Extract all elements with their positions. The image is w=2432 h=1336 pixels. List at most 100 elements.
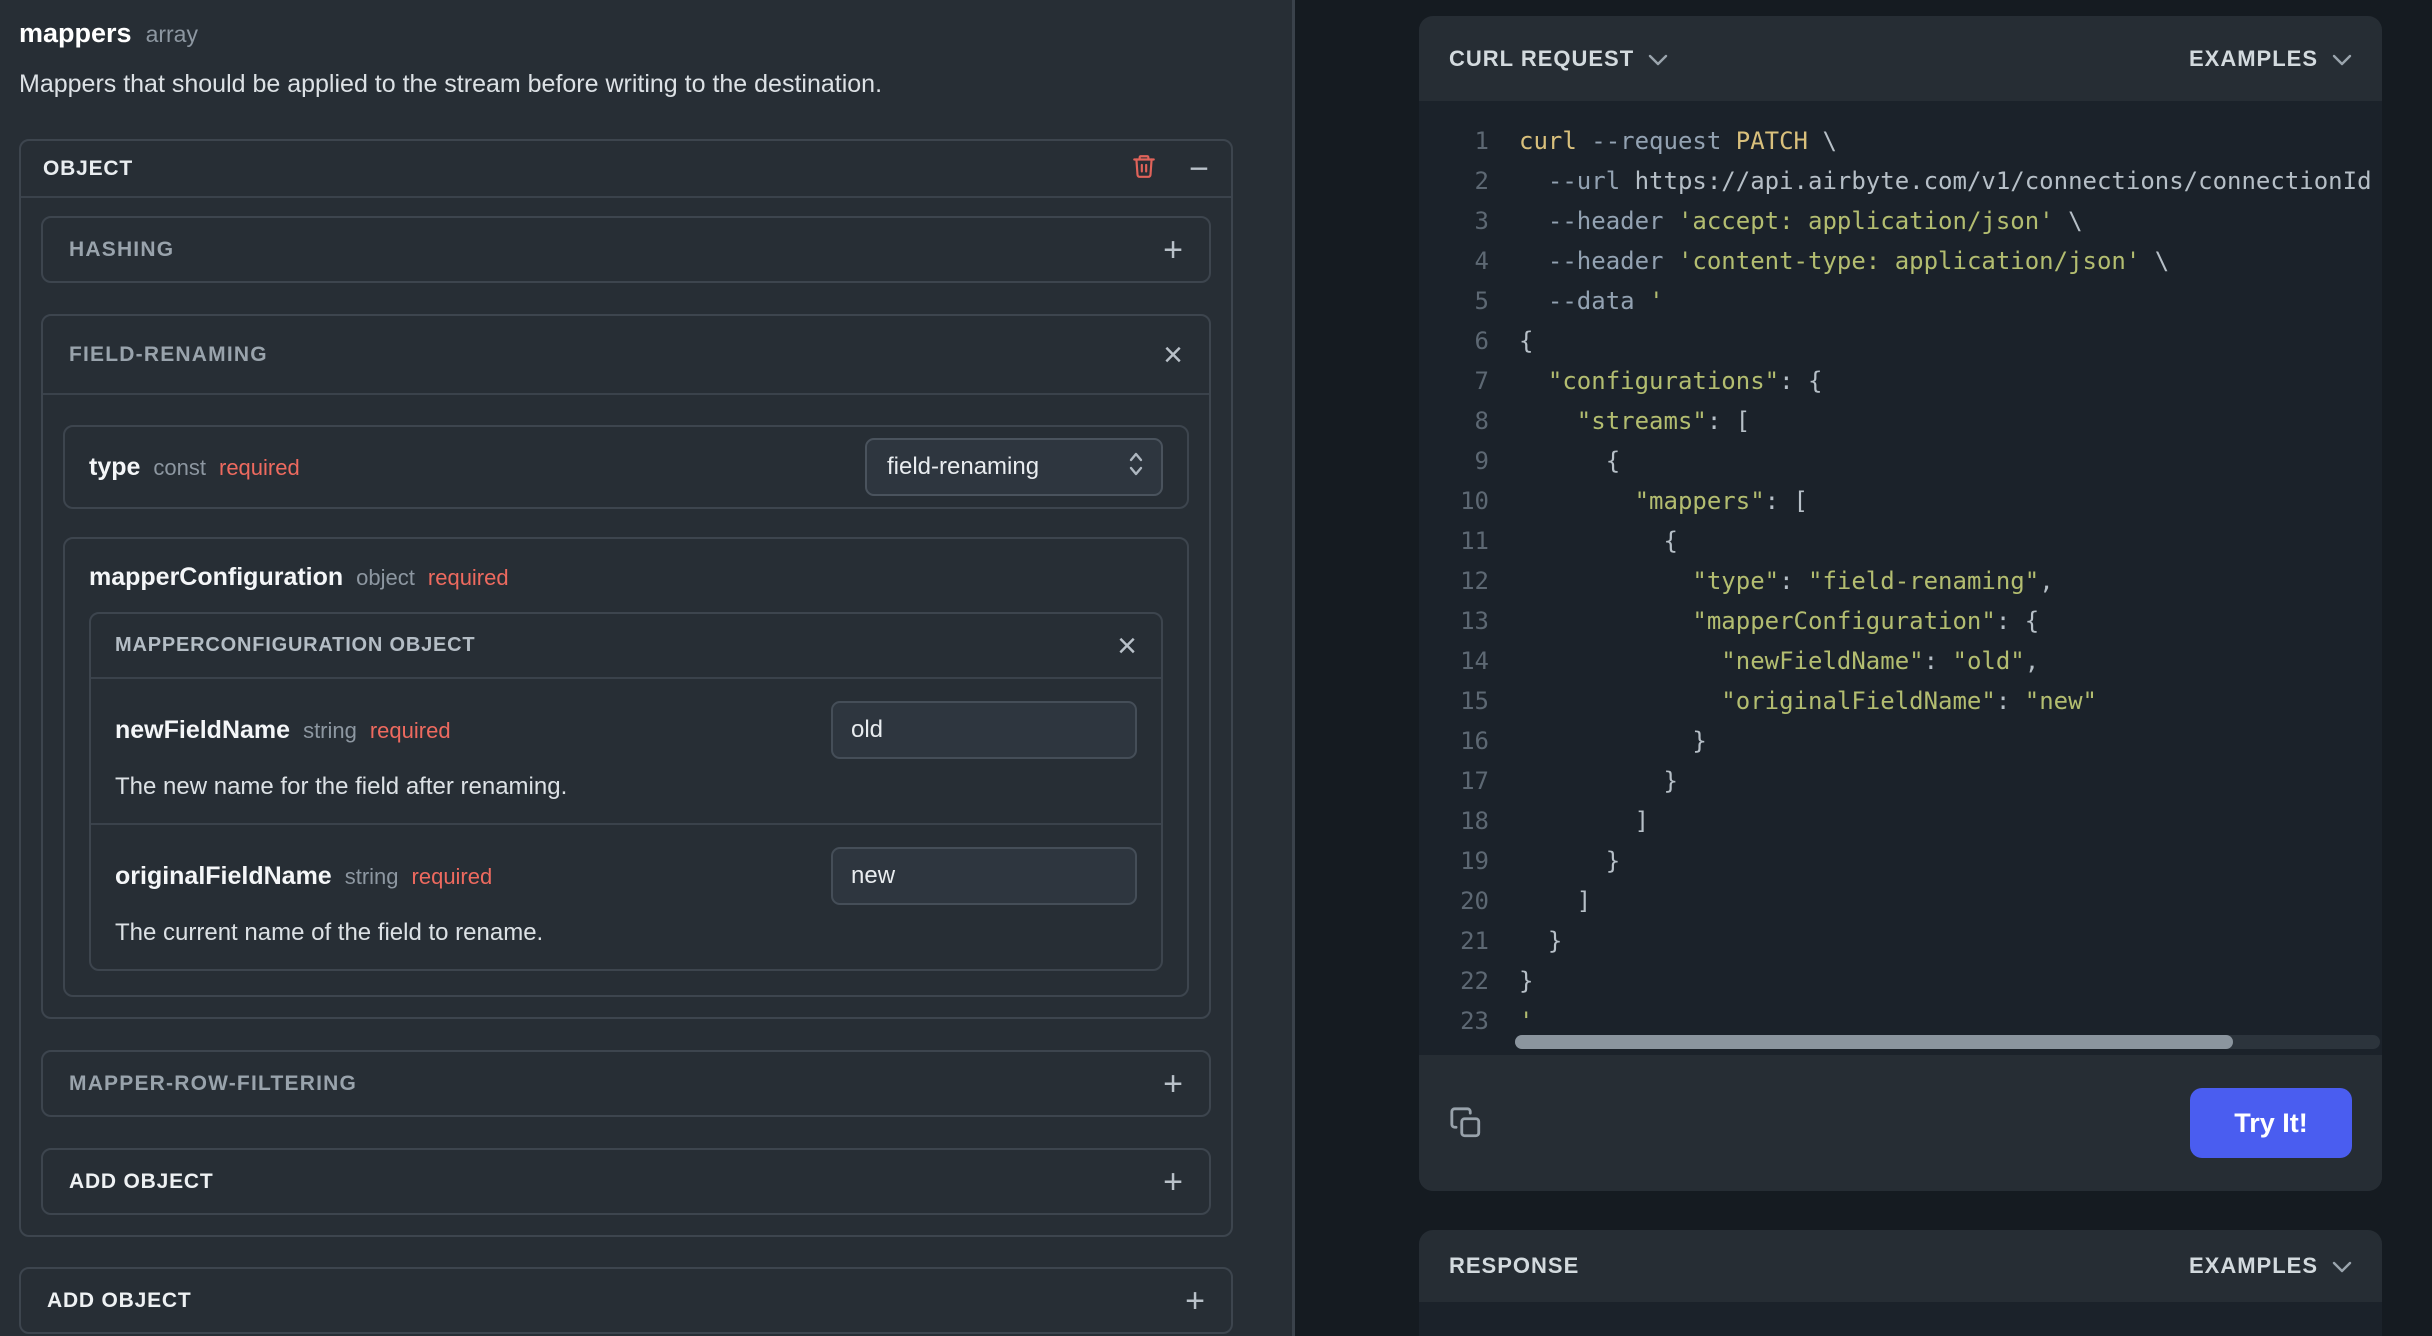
close-icon: × <box>1117 626 1137 665</box>
examples-label: EXAMPLES <box>2188 45 2318 71</box>
code-block: 1 curl --request PATCH \ 2 --url https://a… <box>1419 121 2382 1041</box>
response-card: RESPONSE EXAMPLES <box>1419 1230 2382 1336</box>
mapper-configuration-object-header: MAPPERCONFIGURATION OBJECT × <box>91 614 1161 679</box>
code-line: 8 "streams": [ <box>1474 407 1751 435</box>
response-title: RESPONSE <box>1449 1253 1580 1278</box>
request-examples-dropdown[interactable]: EXAMPLES <box>2189 46 2352 72</box>
copy-code-button[interactable] <box>1449 1106 1483 1140</box>
section-field-renaming: FIELD-RENAMING × type const required fie… <box>41 314 1211 1019</box>
mapper-configuration-object-card: MAPPERCONFIGURATION OBJECT × newFieldNam… <box>89 612 1163 971</box>
code-line: 14 "newFieldName": "old", <box>1460 647 2040 675</box>
code-line: 4 --header 'content-type: application/js… <box>1474 247 2170 275</box>
close-field-renaming-button[interactable]: × <box>1163 338 1183 372</box>
code-line: 1 curl --request PATCH \ <box>1474 127 1837 155</box>
code-line: 15 "originalFieldName": "new" <box>1460 687 2097 715</box>
section-mapper-row-filtering-header[interactable]: MAPPER-ROW-FILTERING + <box>43 1052 1209 1115</box>
code-line: 18 ] <box>1460 807 1650 835</box>
property-name: originalFieldName <box>115 861 332 890</box>
field-row: newFieldName string required <box>115 701 1137 759</box>
delete-object-button[interactable] <box>1131 151 1157 187</box>
horizontal-scrollbar-thumb[interactable] <box>1515 1035 2233 1049</box>
property-kind: object <box>356 565 415 590</box>
object-card-actions: − <box>1131 151 1209 187</box>
original-field-name-section: originalFieldName string required The cu… <box>91 825 1161 969</box>
collapse-object-button[interactable]: − <box>1189 152 1209 186</box>
property-kind: const <box>153 454 206 480</box>
code-line: 21 } <box>1460 927 1563 955</box>
code-line: 22} <box>1460 967 1534 995</box>
property-required-badge: required <box>427 565 509 590</box>
select-chevrons-icon <box>1127 450 1145 485</box>
field-renaming-body: type const required field-renaming mappe… <box>43 395 1209 1017</box>
new-field-name-input[interactable] <box>831 701 1137 759</box>
mapper-configuration-object-title: MAPPERCONFIGURATION OBJECT <box>115 634 476 656</box>
code-line: 20 ] <box>1460 887 1592 915</box>
expand-hashing-button[interactable]: + <box>1163 233 1183 267</box>
field-row: originalFieldName string required <box>115 847 1137 905</box>
response-examples-dropdown[interactable]: EXAMPLES <box>2189 1253 2352 1279</box>
trash-icon <box>1131 151 1157 189</box>
plus-icon: + <box>1163 230 1183 269</box>
add-object-outer-button[interactable]: + <box>1185 1284 1205 1318</box>
copy-icon <box>1449 1107 1483 1143</box>
field-name: mappers <box>19 18 132 48</box>
section-hashing: HASHING + <box>41 216 1211 283</box>
curl-request-header: CURL REQUEST EXAMPLES <box>1419 16 2382 101</box>
section-mapper-row-filtering: MAPPER-ROW-FILTERING + <box>41 1050 1211 1117</box>
original-field-name-input[interactable] <box>831 847 1137 905</box>
section-field-renaming-header[interactable]: FIELD-RENAMING × <box>43 316 1209 395</box>
horizontal-scrollbar-track[interactable] <box>1515 1035 2380 1049</box>
code-area: 1 curl --request PATCH \ 2 --url https://a… <box>1419 101 2382 1055</box>
code-line: 19 } <box>1460 847 1621 875</box>
object-card-header: OBJECT − <box>21 141 1231 198</box>
code-line: 16 } <box>1460 727 1707 755</box>
property-kind: string <box>303 717 357 743</box>
code-line: 6{ <box>1474 327 1534 355</box>
examples-label: EXAMPLES <box>2188 1253 2318 1278</box>
add-object-inner-header[interactable]: ADD OBJECT + <box>43 1150 1209 1213</box>
code-line: 10 "mappers": [ <box>1460 487 1808 515</box>
curl-request-footer: Try It! <box>1419 1055 2382 1191</box>
chevron-down-icon <box>2332 1253 2352 1279</box>
original-field-name-label: originalFieldName string required <box>115 862 492 891</box>
code-line: 5 --data ' <box>1474 287 1664 315</box>
code-line: 9 { <box>1474 447 1621 475</box>
object-card: OBJECT − HASHING + FIELD-RENAMING × type… <box>19 139 1233 1237</box>
curl-request-dropdown[interactable]: CURL REQUEST <box>1449 46 1668 72</box>
section-mapper-row-filtering-title: MAPPER-ROW-FILTERING <box>69 1071 357 1095</box>
section-hashing-title: HASHING <box>69 237 175 261</box>
add-object-inner: ADD OBJECT + <box>41 1148 1211 1215</box>
minus-icon: − <box>1189 149 1209 188</box>
object-card-body: HASHING + FIELD-RENAMING × type const re… <box>21 198 1231 1235</box>
add-object-outer: ADD OBJECT + <box>19 1267 1233 1334</box>
field-header: mappers array <box>19 18 1233 49</box>
field-type-badge: array <box>145 21 198 47</box>
try-it-button[interactable]: Try It! <box>2190 1088 2352 1158</box>
section-hashing-header[interactable]: HASHING + <box>43 218 1209 281</box>
property-kind: string <box>344 863 399 889</box>
property-required-badge: required <box>369 717 451 743</box>
property-name: newFieldName <box>115 715 291 744</box>
code-line: 7 "configurations": { <box>1474 367 1823 395</box>
property-name: mapperConfiguration <box>89 563 344 591</box>
code-line: 12 "type": "field-renaming", <box>1460 567 2054 595</box>
code-line: 17 } <box>1460 767 1678 795</box>
curl-request-title: CURL REQUEST <box>1449 45 1635 71</box>
add-object-inner-button[interactable]: + <box>1163 1165 1183 1199</box>
type-select-value: field-renaming <box>887 453 1040 480</box>
curl-request-card: CURL REQUEST EXAMPLES 1 curl --request PA… <box>1419 16 2382 1191</box>
type-property-label: type const required <box>89 453 300 482</box>
new-field-name-label: newFieldName string required <box>115 716 451 745</box>
close-mapper-configuration-button[interactable]: × <box>1117 629 1137 663</box>
schema-pane: mappers array Mappers that should be app… <box>0 0 1292 1336</box>
new-field-name-section: newFieldName string required The new nam… <box>91 679 1161 823</box>
mapper-configuration-property: mapperConfiguration object required MAPP… <box>63 537 1189 997</box>
field-description: Mappers that should be applied to the st… <box>19 70 883 98</box>
type-select[interactable]: field-renaming <box>865 438 1163 496</box>
add-object-outer-header[interactable]: ADD OBJECT + <box>21 1269 1231 1332</box>
expand-mapper-row-filtering-button[interactable]: + <box>1163 1067 1183 1101</box>
field-description: The new name for the field after renamin… <box>115 773 568 800</box>
add-object-label: ADD OBJECT <box>47 1288 192 1312</box>
property-required-badge: required <box>219 454 300 480</box>
plus-icon: + <box>1163 1064 1183 1103</box>
